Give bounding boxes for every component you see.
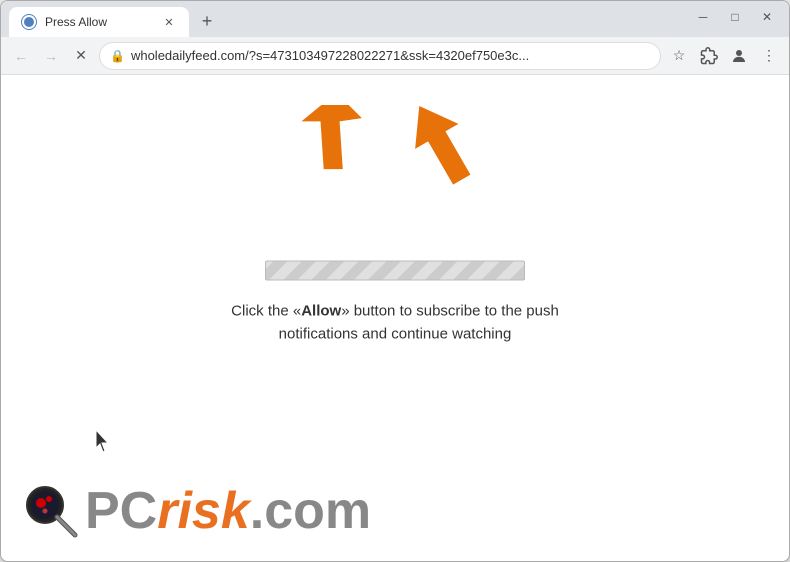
tab-favicon (21, 14, 37, 30)
active-tab[interactable]: Press Allow ✕ (9, 7, 189, 37)
url-bar[interactable]: 🔒 wholedailyfeed.com/?s=4731034972280222… (99, 42, 661, 70)
tab-area: Press Allow ✕ + (9, 1, 689, 37)
title-bar: Press Allow ✕ + ─ □ ✕ (1, 1, 789, 37)
new-tab-button[interactable]: + (193, 7, 221, 35)
arrow-icon (298, 105, 388, 195)
lock-icon: 🔒 (110, 49, 125, 63)
window-controls: ─ □ ✕ (689, 3, 781, 35)
browser-window: Press Allow ✕ + ─ □ ✕ ← → ✕ 🔒 wholedaily… (0, 0, 790, 562)
bookmark-button[interactable]: ☆ (667, 44, 691, 68)
logo-icon (21, 481, 81, 541)
arrow-container (298, 95, 492, 200)
directional-arrow (392, 95, 492, 195)
cursor (96, 430, 110, 450)
tab-close-button[interactable]: ✕ (161, 14, 177, 30)
extensions-button[interactable] (697, 44, 721, 68)
maximize-button[interactable]: □ (721, 3, 749, 31)
logo-text: PCrisk.com (85, 481, 371, 541)
progress-area: Click the «Allow» button to subscribe to… (198, 261, 592, 346)
logo-area: PCrisk.com (21, 481, 371, 541)
logo-com: .com (250, 482, 371, 540)
profile-button[interactable] (727, 44, 751, 68)
reload-button[interactable]: ✕ (69, 44, 93, 68)
forward-button[interactable]: → (39, 44, 63, 68)
tab-label: Press Allow (45, 15, 153, 29)
page-description: Click the «Allow» button to subscribe to… (198, 301, 592, 346)
back-button[interactable]: ← (9, 44, 33, 68)
menu-button[interactable]: ⋮ (757, 44, 781, 68)
logo-risk: risk (157, 482, 250, 540)
page-content: Click the «Allow» button to subscribe to… (1, 75, 789, 561)
minimize-button[interactable]: ─ (689, 3, 717, 31)
logo-pc: PC (85, 482, 157, 540)
window-close-button[interactable]: ✕ (753, 3, 781, 31)
address-bar: ← → ✕ 🔒 wholedailyfeed.com/?s=4731034972… (1, 37, 789, 75)
url-text: wholedailyfeed.com/?s=473103497228022271… (131, 48, 650, 63)
progress-bar (265, 261, 525, 281)
